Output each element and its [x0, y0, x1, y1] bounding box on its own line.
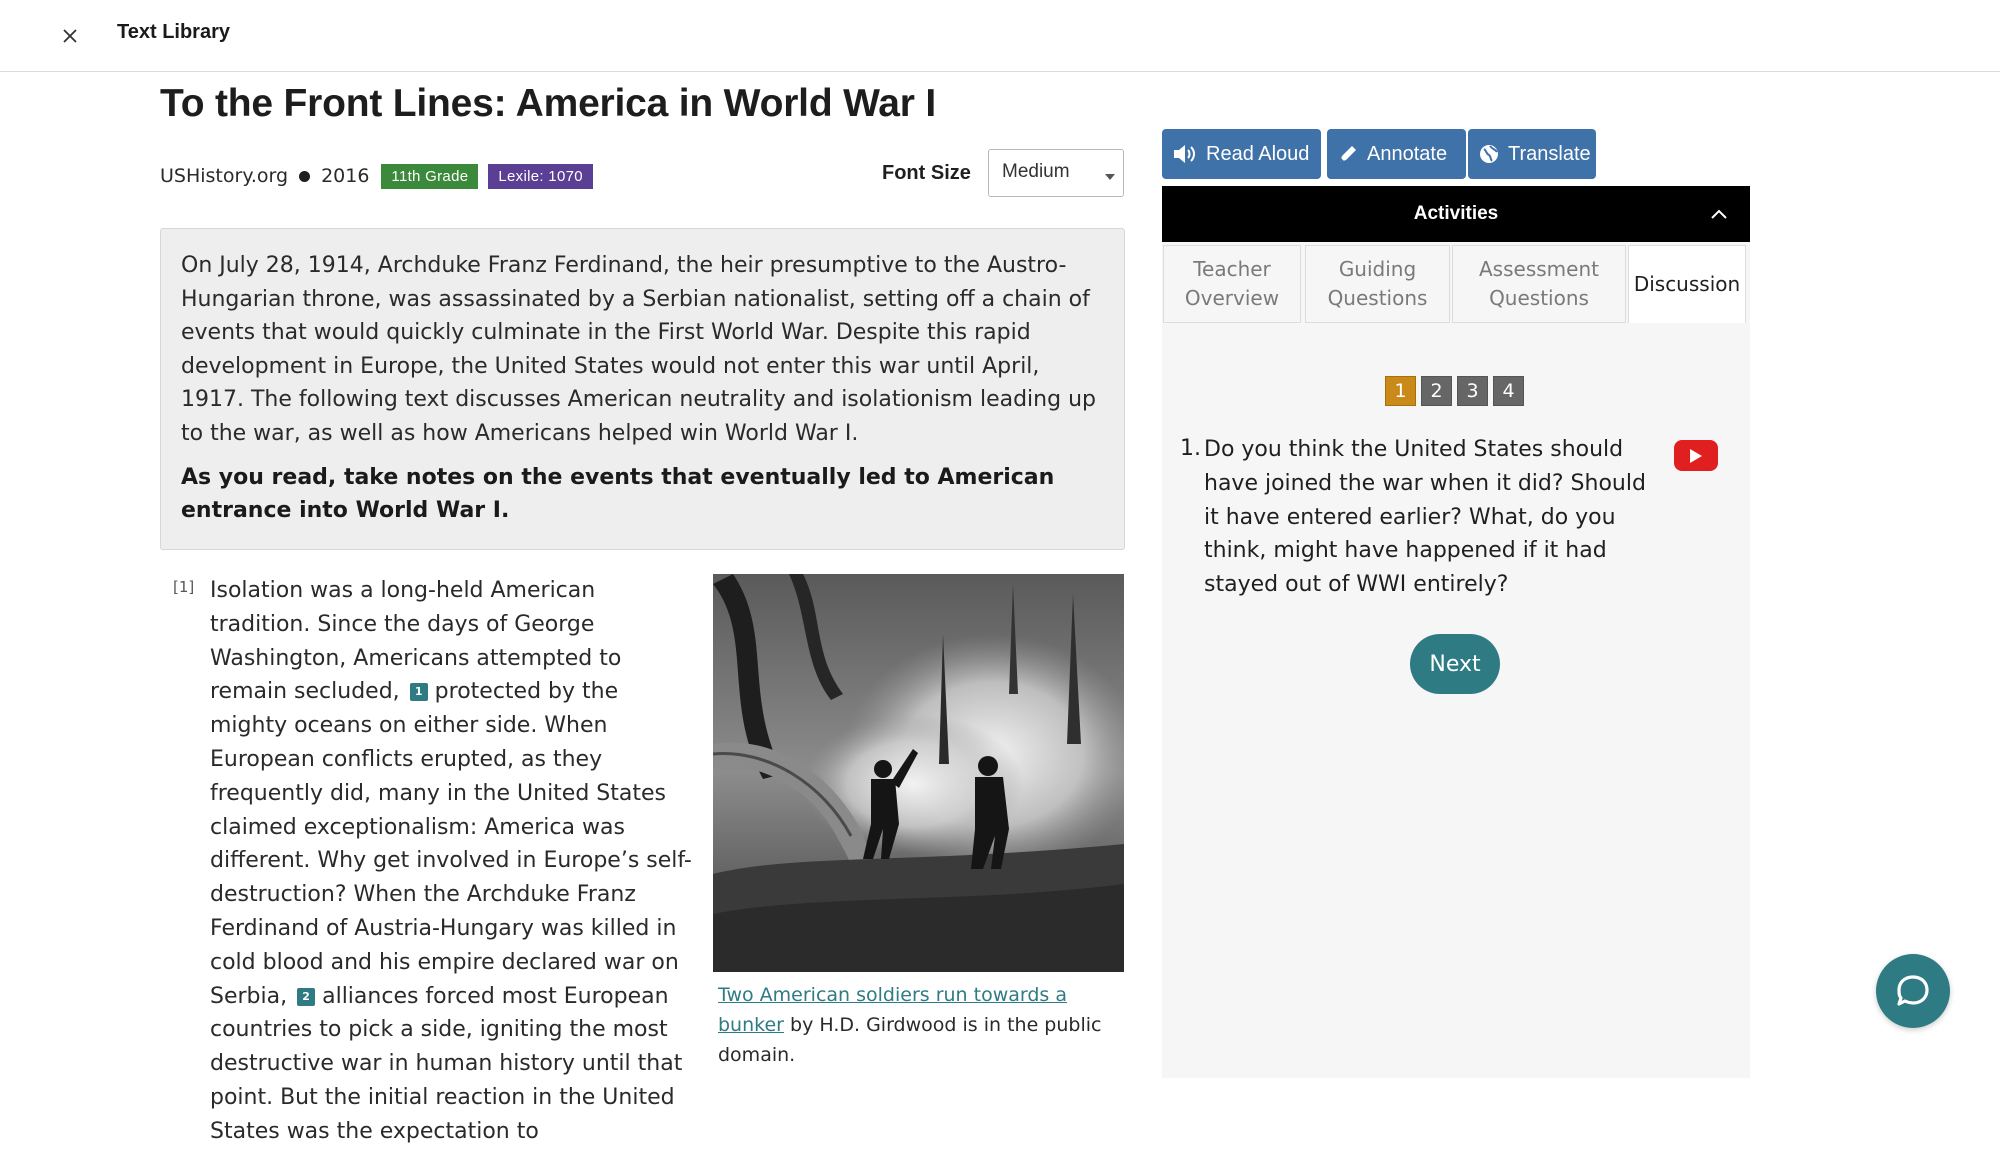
page-button-4[interactable]: 4 [1493, 376, 1524, 406]
discussion-question: Do you think the United States should ha… [1204, 437, 1646, 598]
pen-icon [1337, 143, 1359, 165]
text-library-title: Text Library [117, 21, 230, 43]
help-chat-button[interactable] [1876, 954, 1950, 1028]
tab-assessment-questions[interactable]: Assessment Questions [1452, 245, 1626, 323]
font-size-value: Medium [1002, 161, 1070, 182]
question-number: 1. [1180, 436, 1201, 461]
page-button-1[interactable]: 1 [1385, 376, 1416, 406]
article-photo [713, 574, 1124, 972]
intro-text: On July 28, 1914, Archduke Franz Ferdina… [181, 253, 1096, 446]
soldiers-photo-illustration [713, 574, 1124, 972]
next-button[interactable]: Next [1410, 634, 1500, 694]
footnote-marker-2[interactable]: 2 [297, 987, 316, 1006]
font-size-label: Font Size [882, 162, 971, 184]
article-paragraph[interactable]: Isolation was a long-held American tradi… [210, 574, 700, 1149]
activities-title: Activities [1413, 203, 1499, 224]
font-size-select[interactable]: Medium [988, 149, 1124, 197]
article-year: 2016 [321, 165, 370, 187]
article-source: USHistory.org [160, 165, 289, 187]
chevron-up-icon[interactable] [1710, 204, 1728, 226]
read-aloud-label: Read Aloud [1206, 142, 1310, 165]
annotate-label: Annotate [1367, 142, 1448, 165]
chat-bubble-icon [1897, 975, 1929, 1006]
caret-down-icon [1105, 174, 1115, 180]
tab-guiding-questions[interactable]: Guiding Questions [1305, 245, 1450, 323]
close-icon [63, 29, 77, 43]
page-button-2[interactable]: 2 [1421, 376, 1452, 406]
lexile-badge: Lexile: 1070 [488, 163, 593, 189]
article-meta: USHistory.org 2016 11th Grade Lexile: 10… [160, 160, 593, 192]
intro-box: On July 28, 1914, Archduke Franz Ferdina… [160, 228, 1125, 550]
paragraph-text-2: protected by the mighty oceans on either… [210, 679, 692, 1009]
question-pager: 1 2 3 4 [1385, 376, 1529, 406]
intro-instruction: As you read, take notes on the events th… [181, 465, 1055, 523]
article-title: To the Front Lines: America in World War… [160, 82, 936, 125]
close-button[interactable] [56, 22, 84, 50]
page-button-3[interactable]: 3 [1457, 376, 1488, 406]
speaker-icon [1172, 143, 1198, 165]
translate-button[interactable]: Translate [1468, 129, 1596, 179]
globe-icon [1478, 143, 1500, 165]
footnote-marker-1[interactable]: 1 [409, 683, 428, 702]
youtube-play-icon[interactable] [1674, 440, 1718, 471]
tab-discussion[interactable]: Discussion [1628, 245, 1746, 323]
annotate-button[interactable]: Annotate [1327, 129, 1466, 179]
grade-badge: 11th Grade [381, 163, 479, 189]
top-bar: Text Library [0, 0, 2000, 72]
translate-label: Translate [1508, 142, 1591, 165]
separator-dot [299, 170, 311, 182]
photo-caption: Two American soldiers run towards a bunk… [718, 980, 1118, 1070]
read-aloud-button[interactable]: Read Aloud [1162, 129, 1321, 179]
activities-header[interactable]: Activities [1162, 186, 1750, 242]
tab-teacher-overview[interactable]: Teacher Overview [1163, 245, 1301, 323]
paragraph-number: [1] [173, 578, 195, 596]
